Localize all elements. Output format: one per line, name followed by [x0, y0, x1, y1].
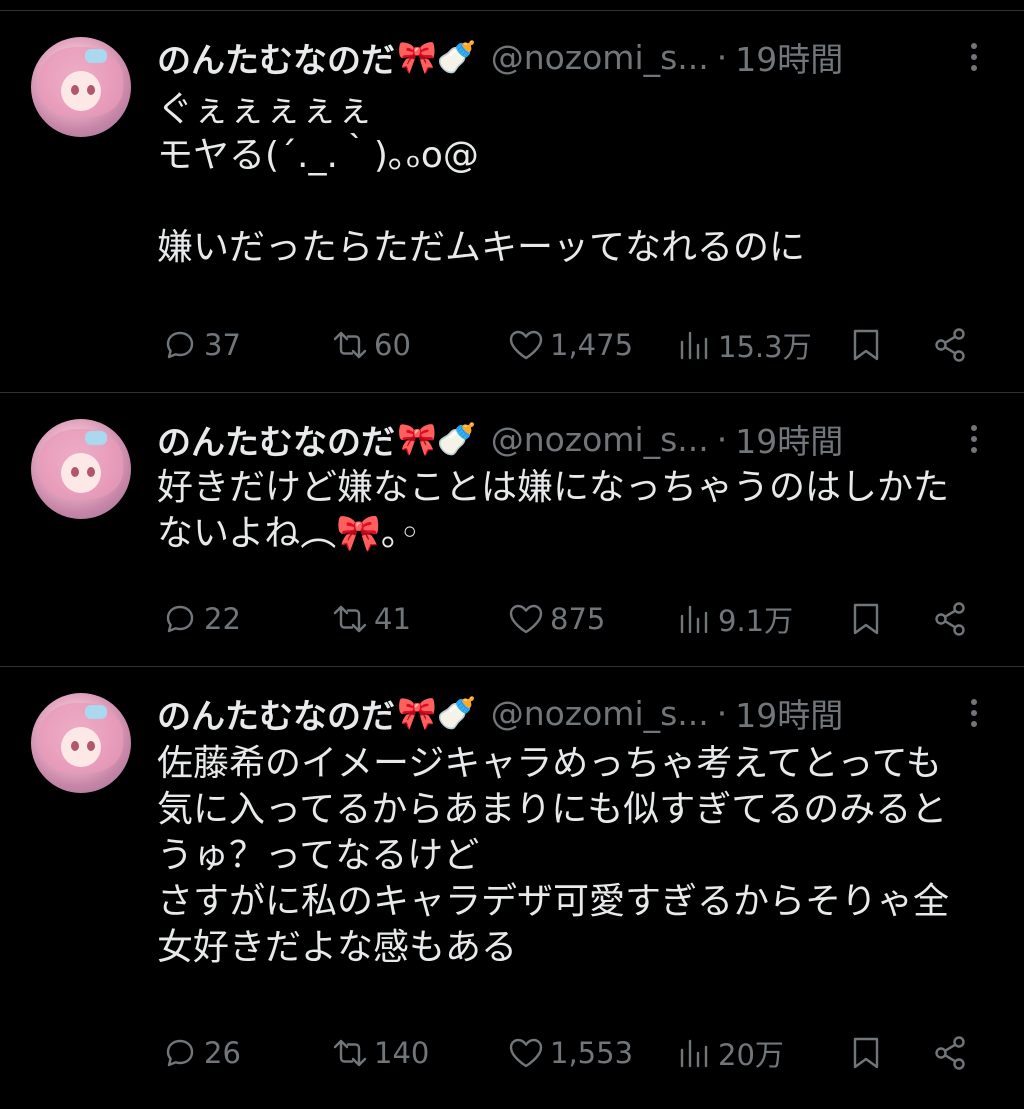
more-dots-icon[interactable] [962, 37, 986, 77]
timestamp[interactable]: 19時間 [735, 689, 843, 737]
reply-count: 22 [204, 602, 241, 636]
tweet-actions: 26 140 1,553 20万 [160, 1031, 980, 1075]
user-handle[interactable]: @nozomi_s... [491, 38, 709, 77]
display-name[interactable]: のんたむなのだ [157, 689, 395, 738]
name-emoji: 🎀🍼 [397, 420, 477, 458]
retweet-count: 41 [374, 602, 411, 636]
bookmark-icon [853, 603, 879, 635]
share-button[interactable] [930, 597, 970, 641]
bookmark-icon [853, 1037, 879, 1069]
like-button[interactable]: 1,553 [506, 1031, 633, 1075]
reply-icon [166, 605, 194, 633]
tweet-actions: 37 60 1,475 15.3万 [160, 323, 980, 367]
views-count: 15.3万 [718, 330, 812, 364]
timestamp[interactable]: 19時間 [735, 33, 843, 81]
retweet-button[interactable]: 140 [330, 1031, 429, 1075]
retweet-count: 140 [374, 1036, 430, 1070]
heart-icon [509, 604, 543, 634]
like-count: 875 [550, 602, 606, 636]
reply-count: 26 [204, 1036, 241, 1070]
heart-icon [509, 330, 543, 360]
name-emoji: 🎀🍼 [397, 38, 477, 76]
views-button[interactable]: 9.1万 [674, 597, 793, 641]
views-button[interactable]: 15.3万 [674, 323, 812, 367]
share-icon [935, 602, 965, 636]
separator-dot: · [716, 419, 728, 459]
bookmark-button[interactable] [846, 597, 886, 641]
reply-button[interactable]: 22 [160, 597, 241, 641]
share-button[interactable] [930, 1031, 970, 1075]
views-chart-icon [680, 1039, 708, 1068]
views-chart-icon [680, 605, 708, 634]
like-button[interactable]: 875 [506, 597, 605, 641]
like-button[interactable]: 1,475 [506, 323, 633, 367]
reply-count: 37 [204, 328, 241, 362]
separator-dot: · [716, 693, 728, 733]
retweet-button[interactable]: 60 [330, 323, 411, 367]
bookmark-button[interactable] [846, 1031, 886, 1075]
heart-icon [509, 1038, 543, 1068]
display-name[interactable]: のんたむなのだ [157, 33, 395, 82]
views-button[interactable]: 20万 [674, 1031, 784, 1075]
retweet-icon [333, 1039, 367, 1067]
user-handle[interactable]: @nozomi_s... [491, 420, 709, 459]
share-icon [935, 1036, 965, 1070]
views-count: 9.1万 [718, 604, 794, 638]
reply-button[interactable]: 26 [160, 1031, 241, 1075]
timestamp[interactable]: 19時間 [735, 415, 843, 463]
tweet-card[interactable]: のんたむなのだ 🎀🍼 @nozomi_s... · 19時間 好きだけど嫌なこと… [0, 392, 1024, 666]
retweet-icon [333, 331, 367, 359]
tweet-card[interactable]: のんたむなのだ 🎀🍼 @nozomi_s... · 19時間 佐藤希のイメージキ… [0, 666, 1024, 1109]
share-button[interactable] [930, 323, 970, 367]
tweet-text: 好きだけど嫌なことは嫌になっちゃうのはしかたないよね︵🎀｡◦ [157, 467, 950, 554]
tweet-actions: 22 41 875 9.1万 [160, 597, 980, 641]
avatar[interactable] [31, 37, 131, 137]
views-chart-icon [680, 331, 708, 360]
like-count: 1,475 [550, 328, 634, 362]
reply-icon [166, 1039, 194, 1067]
user-handle[interactable]: @nozomi_s... [491, 694, 709, 733]
views-count: 20万 [718, 1038, 784, 1072]
display-name[interactable]: のんたむなのだ [157, 415, 395, 464]
retweet-button[interactable]: 41 [330, 597, 411, 641]
bookmark-icon [853, 329, 879, 361]
tweet-text: 佐藤希のイメージキャラめっちゃ考えてとっても気に入ってるからあまりにも似すぎてる… [157, 743, 950, 968]
share-icon [935, 328, 965, 362]
retweet-icon [333, 605, 367, 633]
retweet-count: 60 [374, 328, 411, 362]
tweet-card[interactable]: のんたむなのだ 🎀🍼 @nozomi_s... · 19時間 ぐぇぇぇぇぇ モヤ… [0, 10, 1024, 391]
reply-icon [166, 331, 194, 359]
more-dots-icon[interactable] [962, 693, 986, 733]
avatar[interactable] [31, 419, 131, 519]
avatar[interactable] [31, 693, 131, 793]
reply-button[interactable]: 37 [160, 323, 241, 367]
more-dots-icon[interactable] [962, 419, 986, 459]
name-emoji: 🎀🍼 [397, 694, 477, 732]
bookmark-button[interactable] [846, 323, 886, 367]
tweet-text: ぐぇぇぇぇぇ モヤる(´._.｀)｡ₒo@ 嫌いだったらただムキーッてなれるのに [157, 89, 806, 268]
like-count: 1,553 [550, 1036, 634, 1070]
separator-dot: · [716, 37, 728, 77]
